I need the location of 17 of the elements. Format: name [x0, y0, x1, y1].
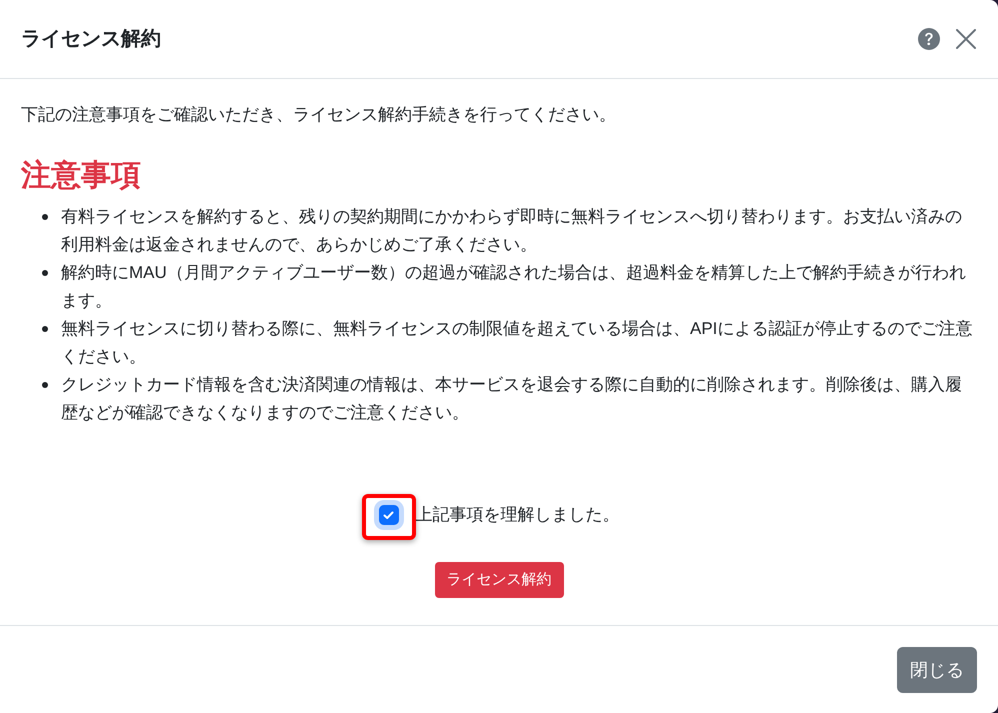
- notice-item-text: 有料ライセンスを解約すると、残りの契約期間にかかわらず即時に無料ライセンスへ切り替わります。お支払い済みの利用料金は返金されませんので、あらかじめご了承ください。: [61, 206, 963, 256]
- cancel-license-button[interactable]: ライセンス解約: [434, 562, 564, 598]
- intro-text: 下記の注意事項をご確認いただき、ライセンス解約手続きを行ってください。: [21, 104, 617, 126]
- agreement-label[interactable]: 上記事項を理解しました。: [416, 502, 620, 528]
- notice-heading: 注意事項: [21, 158, 142, 194]
- bullet-icon: [42, 214, 48, 220]
- notice-item-text: 無料ライセンスに切り替わる際に、無料ライセンスの制限値を超えている場合は、APIによる認証が停止するのでご注意ください。: [61, 318, 974, 368]
- notice-item-text: 解約時にMAU（月間アクティブユーザー数）の超過が確認された場合は、超過料金を精算した上で解約手続きが行われます。: [61, 262, 967, 312]
- dialog-title: ライセンス解約: [21, 27, 161, 52]
- bullet-icon: [42, 326, 48, 332]
- notice-item-text: クレジットカード情報を含む決済関連の情報は、本サービスを退会する際に自動的に削除されます。削除後は、購入履歴などが確認できなくなりますのでご注意ください。: [61, 374, 963, 424]
- close-icon[interactable]: [956, 29, 976, 49]
- help-icon[interactable]: [918, 28, 940, 50]
- close-button[interactable]: 閉じる: [897, 646, 977, 692]
- check-icon: [383, 510, 394, 520]
- bullet-icon: [42, 270, 48, 276]
- bullet-icon: [42, 382, 48, 388]
